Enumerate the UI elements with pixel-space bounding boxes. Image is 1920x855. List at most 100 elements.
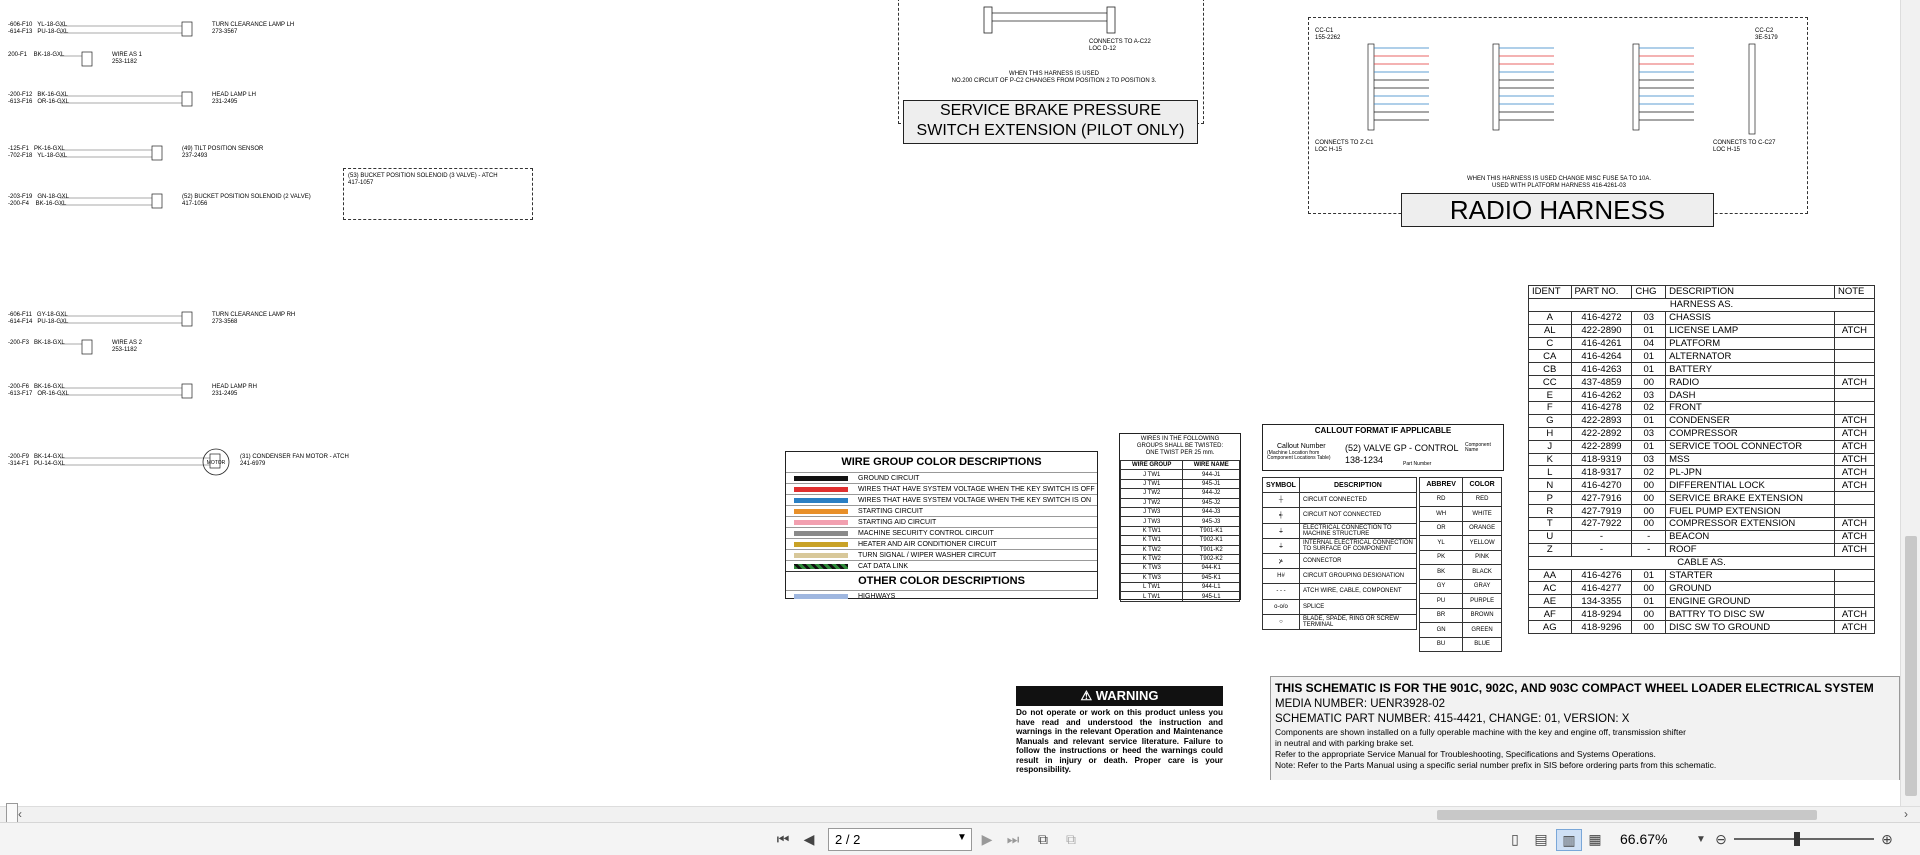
radio-right-connects: CONNECTS TO C-C27 LOC H-15 (1713, 140, 1776, 153)
two-page-view-icon[interactable]: ▥ (1556, 829, 1582, 851)
parts-row: AG 418-9296 00 DISC SW TO GROUND ATCH (1528, 620, 1876, 635)
scroll-grip[interactable] (6, 803, 18, 823)
twist-row: L TW1 944-L1 (1119, 582, 1240, 593)
circuit-wires-3: -125-F1 PK-16-GXL -702-F18 YL-18-GXL (8, 146, 68, 159)
parts-cell: T (1528, 517, 1572, 531)
abbrev-cell: PURPLE (1462, 593, 1502, 609)
parts-cell: 416-4277 (1570, 581, 1633, 596)
twist-cell: J TW2 (1119, 488, 1184, 499)
circuit-label-7: HEAD LAMP RH 231-2495 (212, 384, 257, 397)
paste-page-icon[interactable]: ⧉ (1060, 829, 1082, 849)
parts-cell: AC (1528, 581, 1572, 596)
abbrev-cell: GY (1418, 578, 1464, 594)
scroll-right-icon[interactable]: › (1904, 807, 1908, 821)
parts-cell: 01 (1631, 594, 1667, 609)
parts-cell: 01 (1631, 413, 1667, 428)
wire-group-label: GROUND CIRCUIT (858, 474, 920, 482)
single-page-view-icon[interactable]: ▯ (1504, 829, 1526, 849)
parts-cell (1833, 594, 1876, 609)
symbol-glyph: H# (1262, 568, 1300, 585)
abbrev-row: PK PINK (1418, 549, 1502, 565)
parts-cell: DISC SW TO GROUND (1665, 620, 1835, 635)
parts-cell: CB (1528, 362, 1572, 377)
symbol-glyph: - - - (1262, 583, 1300, 600)
parts-cell: 03 (1631, 388, 1667, 403)
abbrev-cell: GN (1418, 622, 1464, 638)
parts-cell: ATCH (1833, 607, 1876, 622)
vertical-scrollbar[interactable] (1900, 0, 1920, 806)
wire-color-swatch (794, 475, 848, 481)
other-color-rows: HIGHWAYS (786, 590, 1097, 601)
wire-group-row: STARTING CIRCUIT (786, 505, 1097, 516)
circuit-wires-8: -200-F9 BK-14-GXL -314-F1 PU-14-GXL (8, 454, 66, 467)
symbol-glyph: ⏚ (1262, 522, 1300, 539)
twist-cell: K TW3 (1119, 563, 1184, 574)
twist-row: K TW1 T902-K1 (1119, 535, 1240, 546)
parts-cell: C (1528, 336, 1572, 351)
horizontal-scroll-thumb[interactable] (1437, 810, 1817, 820)
color-header: COLOR (1462, 477, 1502, 493)
callout-format-box: CALLOUT FORMAT IF APPLICABLE Callout Num… (1262, 424, 1504, 471)
parts-cell: 02 (1631, 465, 1667, 480)
abbrev-cell: WH (1418, 506, 1464, 522)
previous-page-icon[interactable]: ◀ (798, 829, 820, 849)
symbol-row: - - - ATCH WIRE, CABLE, COMPONENT (1262, 583, 1417, 600)
zoom-out-icon[interactable]: ⊖ (1712, 829, 1730, 849)
parts-cell: 422-2892 (1570, 426, 1633, 441)
parts-row: T 427-7922 00 COMPRESSOR EXTENSION ATCH (1528, 517, 1876, 531)
zoom-slider-thumb[interactable] (1794, 832, 1800, 846)
page-selector[interactable]: 2 / 2 ▼ (828, 828, 972, 851)
twist-cell: 944-J3 (1182, 506, 1240, 518)
parts-row: F 416-4278 02 FRONT (1528, 401, 1876, 415)
circuit-trace-7 (60, 383, 193, 399)
zoom-in-icon[interactable]: ⊕ (1878, 829, 1896, 849)
twist-cell: K TW1 (1119, 535, 1184, 546)
parts-cell: ATCH (1833, 439, 1876, 454)
scroll-left-icon[interactable]: ‹ (18, 807, 22, 821)
parts-cell: CONDENSER (1665, 413, 1835, 428)
parts-cell: 00 (1631, 491, 1667, 506)
two-page-continuous-icon[interactable]: ▦ (1584, 829, 1606, 849)
abbrev-row: BR BROWN (1418, 607, 1502, 623)
circuit-trace-5 (60, 311, 193, 327)
symbol-row: ⏚ ELECTRICAL CONNECTION TO MACHINE STRUCT… (1262, 522, 1417, 539)
parts-header-partno: PART NO. (1570, 285, 1633, 299)
zoom-slider[interactable] (1734, 832, 1874, 846)
abbrev-cell: WHITE (1462, 506, 1502, 522)
wire-group-row: HEATER AND AIR CONDITIONER CIRCUIT (786, 538, 1097, 549)
continuous-view-icon[interactable]: ▤ (1530, 829, 1552, 849)
next-page-icon[interactable]: ▶ (976, 829, 998, 849)
zoom-menu-icon[interactable]: ▼ (1694, 829, 1708, 849)
parts-row: K 418-9319 03 MSS ATCH (1528, 452, 1876, 467)
twist-row: K TW1 T901-K1 (1119, 525, 1240, 537)
wire-color-swatch (794, 530, 848, 536)
circuit-trace-1 (60, 51, 93, 67)
parts-cell (1833, 491, 1876, 506)
parts-cell: 00 (1631, 478, 1667, 493)
symbol-row: o-o/o SPLICE (1262, 598, 1417, 615)
zoom-level[interactable]: 66.67% (1620, 831, 1667, 847)
parts-cell: BATTERY (1665, 362, 1835, 377)
wire-group-label: CAT DATA LINK (858, 562, 909, 570)
horizontal-scrollbar[interactable]: ‹ › (0, 803, 1920, 823)
abbrev-cell: BLACK (1462, 564, 1502, 580)
parts-cell: U (1528, 529, 1572, 544)
other-color-row: HIGHWAYS (786, 590, 1097, 601)
circuit-trace-8 (60, 453, 221, 469)
parts-row: CC 437-4859 00 RADIO ATCH (1528, 375, 1876, 390)
first-page-icon[interactable]: ⏮ (772, 829, 794, 849)
circuit-label-0: TURN CLEARANCE LAMP LH 273-3567 (212, 22, 295, 35)
twist-cell: 945-K1 (1182, 572, 1240, 584)
copy-page-icon[interactable]: ⧉ (1032, 829, 1054, 849)
abbrev-row: BK BLACK (1418, 564, 1502, 580)
wire-color-swatch (794, 497, 848, 503)
parts-cell (1833, 401, 1876, 415)
parts-cell: STARTER (1665, 568, 1835, 583)
symbol-row: H# CIRCUIT GROUPING DESIGNATION (1262, 568, 1417, 585)
parts-cell: P (1528, 491, 1572, 506)
twist-cell: J TW1 (1119, 478, 1184, 490)
last-page-icon[interactable]: ⏭ (1002, 829, 1024, 849)
vertical-scroll-thumb[interactable] (1905, 536, 1917, 796)
parts-cell: ATCH (1833, 478, 1876, 493)
parts-cell: GROUND (1665, 581, 1835, 596)
